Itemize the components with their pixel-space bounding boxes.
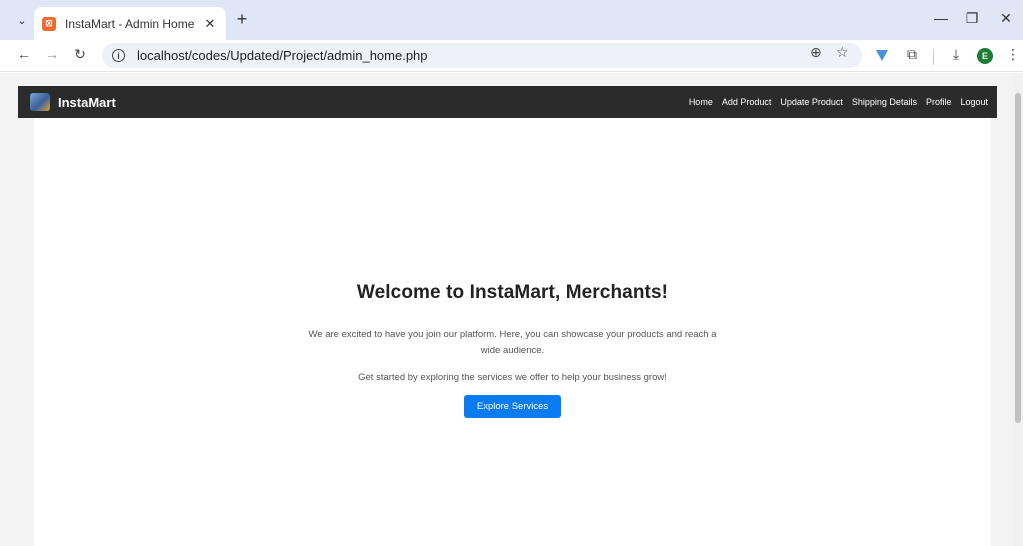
menu-kebab-icon[interactable]: ⋮ bbox=[1003, 46, 1023, 63]
nav-link-update-product[interactable]: Update Product bbox=[780, 97, 843, 107]
forward-arrow-icon[interactable]: → bbox=[42, 46, 62, 62]
brand-logo-icon[interactable] bbox=[30, 93, 50, 111]
cta-paragraph: Get started by exploring the services we… bbox=[358, 372, 667, 383]
new-tab-plus-icon[interactable]: + bbox=[232, 9, 252, 30]
nav-link-profile[interactable]: Profile bbox=[926, 97, 952, 107]
favicon-icon: ⊠ bbox=[42, 16, 56, 31]
nav-link-add-product[interactable]: Add Product bbox=[722, 97, 772, 107]
window-close-icon[interactable]: ✕ bbox=[996, 10, 1016, 27]
extensions-puzzle-icon[interactable]: ⧉ bbox=[902, 46, 922, 63]
nav-links: Home Add Product Update Product Shipping… bbox=[680, 97, 988, 107]
extension-triangle-icon[interactable] bbox=[876, 50, 888, 61]
page-scrollbar[interactable] bbox=[1013, 73, 1023, 546]
restore-icon[interactable]: ❐ bbox=[962, 10, 982, 27]
explore-services-button[interactable]: Explore Services bbox=[463, 395, 562, 418]
tab-title: InstaMart - Admin Home bbox=[65, 16, 195, 31]
url-text[interactable]: localhost/codes/Updated/Project/admin_ho… bbox=[137, 48, 428, 63]
nav-link-home[interactable]: Home bbox=[689, 97, 713, 107]
reload-icon[interactable]: ↻ bbox=[70, 46, 90, 63]
nav-link-logout[interactable]: Logout bbox=[960, 97, 988, 107]
minimize-icon[interactable]: — bbox=[931, 10, 951, 26]
brand-name[interactable]: InstaMart bbox=[58, 95, 116, 110]
tab-search-chevron-icon[interactable]: ⌄ bbox=[10, 8, 34, 32]
browser-toolbar: ← → ↻ i localhost/codes/Updated/Project/… bbox=[0, 40, 1023, 72]
site-navbar: InstaMart Home Add Product Update Produc… bbox=[18, 86, 997, 118]
scrollbar-thumb[interactable] bbox=[1015, 93, 1021, 423]
welcome-heading: Welcome to InstaMart, Merchants! bbox=[356, 282, 669, 303]
intro-paragraph: We are excited to have you join our plat… bbox=[308, 329, 717, 356]
zoom-icon[interactable]: ⊕ bbox=[810, 44, 822, 61]
browser-tab-active[interactable]: ⊠ InstaMart - Admin Home ✕ bbox=[34, 7, 226, 40]
welcome-section: Welcome to InstaMart, Merchants! We are … bbox=[34, 282, 991, 418]
download-icon[interactable]: ⤓ bbox=[946, 46, 966, 63]
site-info-icon[interactable]: i bbox=[112, 49, 125, 62]
tab-close-icon[interactable]: ✕ bbox=[202, 16, 218, 32]
bookmark-star-icon[interactable]: ☆ bbox=[836, 44, 849, 61]
address-bar[interactable]: i localhost/codes/Updated/Project/admin_… bbox=[102, 43, 862, 68]
profile-avatar[interactable]: E bbox=[977, 48, 993, 64]
back-arrow-icon[interactable]: ← bbox=[14, 46, 34, 62]
browser-tab-strip: ⌄ ⊠ InstaMart - Admin Home ✕ + — ❐ ✕ bbox=[0, 0, 1023, 40]
toolbar-separator bbox=[933, 49, 934, 65]
nav-link-shipping-details[interactable]: Shipping Details bbox=[852, 97, 917, 107]
